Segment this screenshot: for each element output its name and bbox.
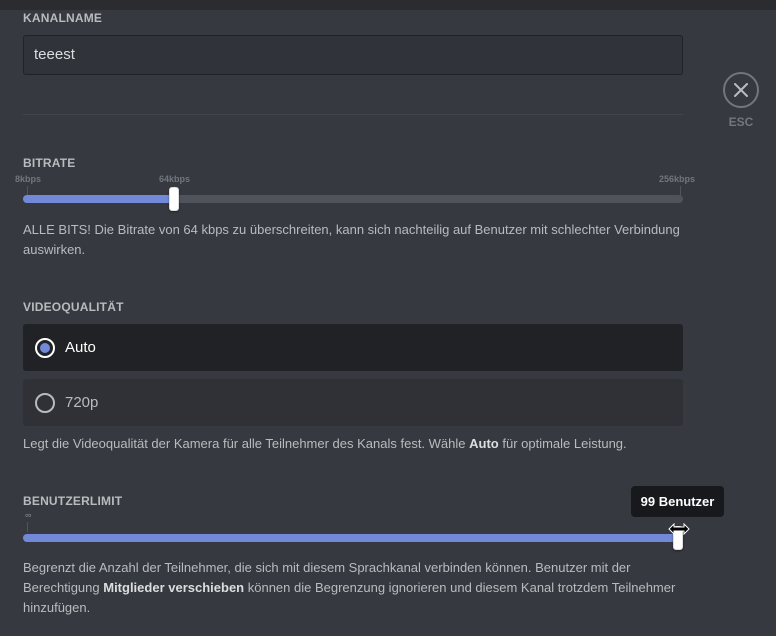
section-divider [23,114,683,115]
bitrate-slider-handle[interactable] [169,187,179,211]
user-limit-label: BENUTZERLIMIT [23,494,123,508]
video-quality-option-auto[interactable]: Auto [23,324,683,371]
bitrate-slider-fill [23,195,174,203]
video-quality-label: VIDEOQUALITÄT [23,300,124,314]
bitrate-slider-track[interactable] [23,195,683,203]
close-button[interactable] [723,72,759,108]
close-icon [734,83,748,97]
user-limit-slider-track[interactable] [23,534,683,542]
video-quality-description: Legt die Videoqualität der Kamera für al… [23,436,627,451]
video-quality-option-label: 720p [65,394,99,411]
user-limit-min-marker: ∞ [25,510,32,520]
channel-name-input[interactable]: teeest [23,35,683,75]
video-quality-option-720p[interactable]: 720p [23,379,683,426]
user-limit-slider-fill [23,534,683,542]
bitrate-label: BITRATE [23,156,76,170]
user-limit-description: Begrenzt die Anzahl der Teilnehmer, die … [23,560,676,615]
bitrate-max-marker: 256kbps [659,174,696,184]
bitrate-current-marker: 64kbps [159,174,191,184]
user-limit-tooltip: 99 Benutzer [631,486,724,517]
bitrate-min-marker: 8kbps [15,174,42,184]
channel-name-label: KANALNAME [23,11,103,25]
esc-label: ESC [728,115,754,129]
bitrate-description: ALLE BITS! Die Bitrate von 64 kbps zu üb… [23,222,680,257]
user-limit-tick-min [27,522,28,532]
resize-horizontal-cursor-icon [668,522,690,540]
video-quality-option-label: Auto [65,339,96,356]
top-bar [0,0,776,10]
radio-selected-icon [35,337,55,358]
radio-unselected-icon [35,392,55,413]
